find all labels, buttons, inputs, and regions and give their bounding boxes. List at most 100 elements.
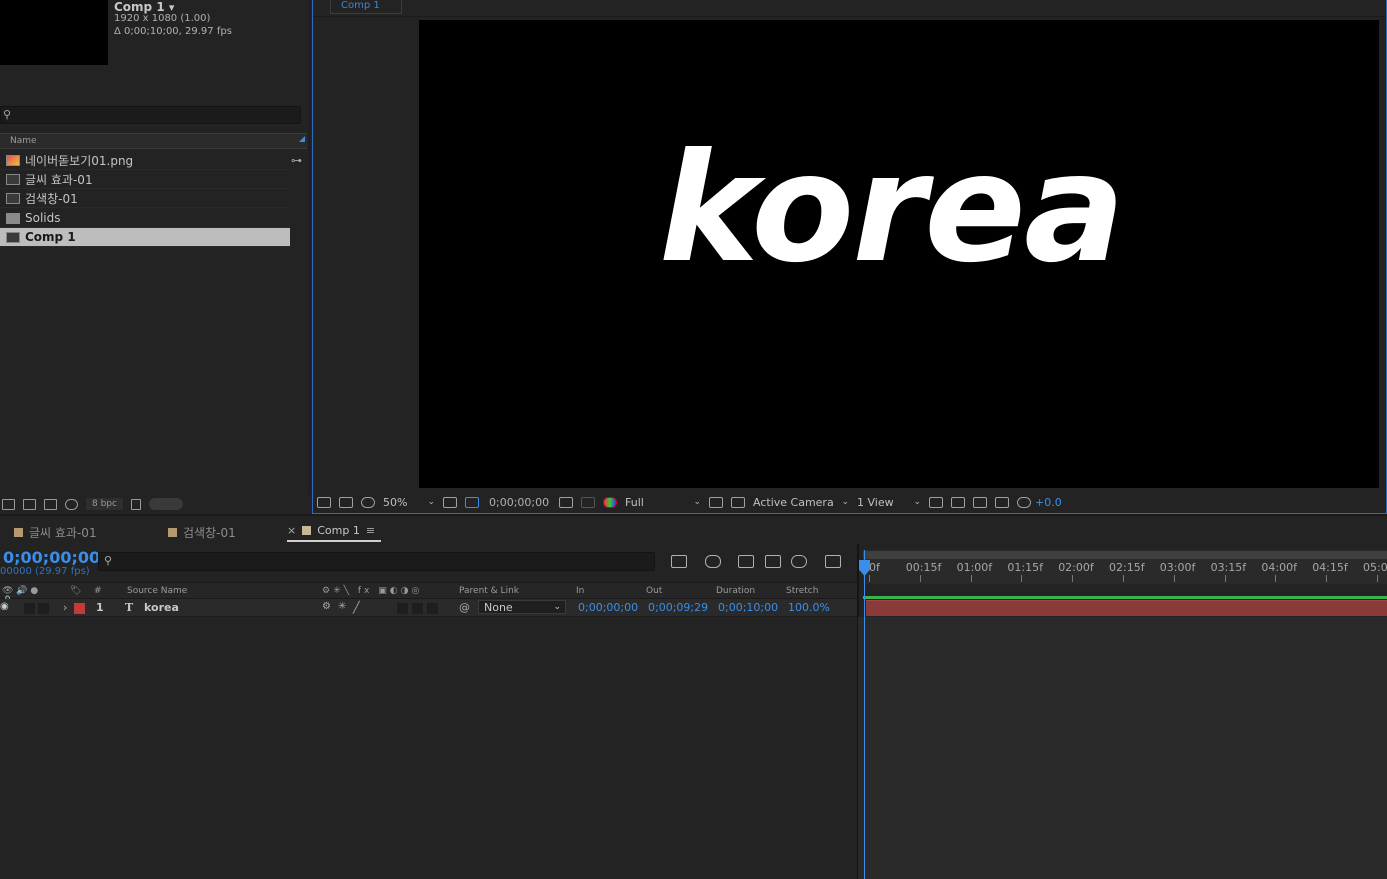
close-icon[interactable]: × — [287, 524, 296, 537]
zoom-dropdown[interactable]: 50% ⌄ — [379, 494, 439, 510]
graph-editor-icon[interactable] — [825, 555, 841, 568]
comp-title[interactable]: Comp 1 ▾ — [114, 0, 174, 14]
layer-out-point[interactable]: 0;00;09;29 — [648, 601, 708, 614]
parent-link-dropdown[interactable]: None ⌄ — [478, 600, 566, 614]
ruler-tick-mark — [1173, 575, 1175, 582]
project-item-label: 검색창-01 — [25, 191, 78, 206]
column-number[interactable]: # — [94, 586, 102, 596]
project-item[interactable]: 글씨 효과-01 — [0, 170, 290, 189]
transparency-grid-icon[interactable] — [465, 496, 479, 508]
frame-blend-switch[interactable] — [412, 603, 423, 614]
snapshot-camera-icon[interactable] — [559, 496, 573, 508]
column-duration[interactable]: Duration — [716, 586, 755, 596]
trash-icon[interactable] — [130, 498, 141, 510]
column-parent-link[interactable]: Parent & Link — [459, 586, 519, 596]
channel-rgb-icon[interactable] — [603, 496, 617, 508]
work-area-bar[interactable] — [863, 551, 1387, 559]
label-tag-icon[interactable]: 🏷 — [70, 586, 81, 596]
column-in[interactable]: In — [576, 586, 584, 596]
composition-icon — [6, 231, 20, 243]
ruler-tick-label: 01:15f — [1007, 561, 1043, 574]
quality-switch-icon[interactable]: ╱ — [353, 601, 360, 614]
current-time-display[interactable]: 0;00;00;00 — [3, 548, 100, 567]
effect-switch[interactable] — [397, 603, 408, 614]
comp-size: 1920 x 1080 (1.00) — [114, 13, 211, 24]
current-time-indicator[interactable] — [864, 550, 865, 879]
region-of-interest-icon[interactable] — [709, 496, 723, 508]
solo-switch[interactable] — [24, 603, 35, 614]
flowchart-icon[interactable]: ⊶ — [291, 154, 305, 167]
tab-comp-1[interactable]: × Comp 1 ≡ — [287, 524, 375, 537]
view-layout-dropdown[interactable]: 1 View ⌄ — [853, 494, 925, 510]
timeline-icon[interactable] — [973, 496, 987, 508]
column-name-label[interactable]: Name — [10, 136, 37, 146]
lock-switch[interactable] — [38, 603, 49, 614]
flowchart-icon[interactable] — [995, 496, 1009, 508]
motion-blur-icon[interactable] — [791, 555, 807, 568]
reset-exposure-icon[interactable] — [1017, 496, 1031, 508]
comp-title-label: Comp 1 — [114, 0, 165, 14]
timeline-search-input[interactable]: ⚲ — [98, 552, 655, 571]
composition-icon — [6, 192, 20, 204]
pixel-aspect-icon[interactable] — [929, 496, 943, 508]
layer-duration[interactable]: 0;00;10;00 — [718, 601, 778, 614]
viewer-tab-bar — [313, 0, 1386, 17]
layer-name[interactable]: korea — [144, 601, 179, 614]
column-stretch[interactable]: Stretch — [786, 586, 818, 596]
project-item[interactable]: Solids — [0, 209, 290, 228]
pick-whip-icon[interactable]: @ — [459, 601, 470, 614]
new-composition-icon[interactable] — [44, 498, 57, 510]
frame-blending-icon[interactable] — [765, 555, 781, 568]
project-search-input[interactable]: ⚲ — [0, 106, 301, 124]
draft-3d-icon[interactable] — [705, 555, 721, 568]
tab-comp-1-viewer[interactable]: Comp 1 — [330, 0, 402, 14]
thumbnail-toggle[interactable] — [148, 498, 183, 510]
chevron-right-icon[interactable]: › — [63, 601, 67, 614]
tab-search-bar-01[interactable]: 검색창-01 — [168, 524, 236, 541]
layer-row[interactable]: ◉ › 1 T korea ⚙ ✳ ╱ @ None ⌄ 0;00;00;00 … — [0, 599, 857, 617]
project-item[interactable]: Comp 1 — [0, 228, 290, 247]
shy-layers-icon[interactable] — [738, 555, 754, 568]
checkerboard-icon[interactable] — [731, 496, 745, 508]
collapse-switch-icon[interactable]: ✳ — [338, 601, 346, 612]
project-settings-icon[interactable] — [65, 498, 78, 510]
ruler-tick-mark — [869, 575, 870, 582]
view-layout-value: 1 View — [857, 495, 894, 509]
timeline-graph-area[interactable] — [858, 617, 1387, 879]
show-snapshot-icon[interactable] — [581, 496, 595, 508]
always-preview-icon[interactable] — [317, 496, 331, 508]
mask-visibility-icon[interactable] — [361, 496, 375, 508]
bpc-button[interactable]: 8 bpc — [86, 498, 123, 510]
resolution-dropdown[interactable]: Full ⌄ — [621, 494, 705, 510]
layer-duration-bar[interactable] — [866, 600, 1387, 616]
composition-canvas[interactable]: korea — [419, 20, 1379, 488]
project-item-label: 글씨 효과-01 — [25, 172, 93, 187]
column-source-name[interactable]: Source Name — [127, 586, 187, 596]
safe-margins-icon[interactable] — [443, 496, 457, 508]
motion-blur-switch[interactable] — [427, 603, 438, 614]
layer-label-color[interactable] — [74, 603, 85, 614]
interpret-footage-icon[interactable] — [2, 498, 15, 510]
project-item[interactable]: 검색창-01 — [0, 189, 290, 208]
new-folder-icon[interactable] — [23, 498, 36, 510]
tab-label: Comp 1 — [317, 524, 360, 537]
panel-menu-icon[interactable]: ≡ — [366, 524, 375, 537]
ruler-tick-mark — [919, 575, 921, 582]
canvas-text-layer[interactable]: korea — [419, 20, 1379, 488]
camera-dropdown[interactable]: Active Camera ⌄ — [749, 494, 853, 510]
exposure-value[interactable]: +0.0 — [1035, 496, 1062, 509]
eye-icon[interactable]: ◉ — [0, 601, 9, 612]
project-item[interactable]: 네이버돋보기01.png — [0, 151, 290, 170]
column-out[interactable]: Out — [646, 586, 662, 596]
shy-switch-icon[interactable]: ⚙ — [322, 601, 331, 612]
comp-duration: Δ 0;00;10;00, 29.97 fps — [114, 26, 232, 37]
current-time-readout[interactable]: 0;00;00;00 — [489, 496, 549, 509]
chevron-down-icon: ⌄ — [693, 497, 701, 507]
fast-preview-icon[interactable] — [951, 496, 965, 508]
tab-text-effect-01[interactable]: 글씨 효과-01 — [14, 524, 97, 541]
after-effects-window: Comp 1 ▾ 1920 x 1080 (1.00) Δ 0;00;10;00… — [0, 0, 1387, 879]
layer-in-point[interactable]: 0;00;00;00 — [578, 601, 638, 614]
monitor-icon[interactable] — [339, 496, 353, 508]
layer-stretch[interactable]: 100.0% — [788, 601, 830, 614]
composition-mini-flowchart-icon[interactable] — [671, 555, 687, 568]
